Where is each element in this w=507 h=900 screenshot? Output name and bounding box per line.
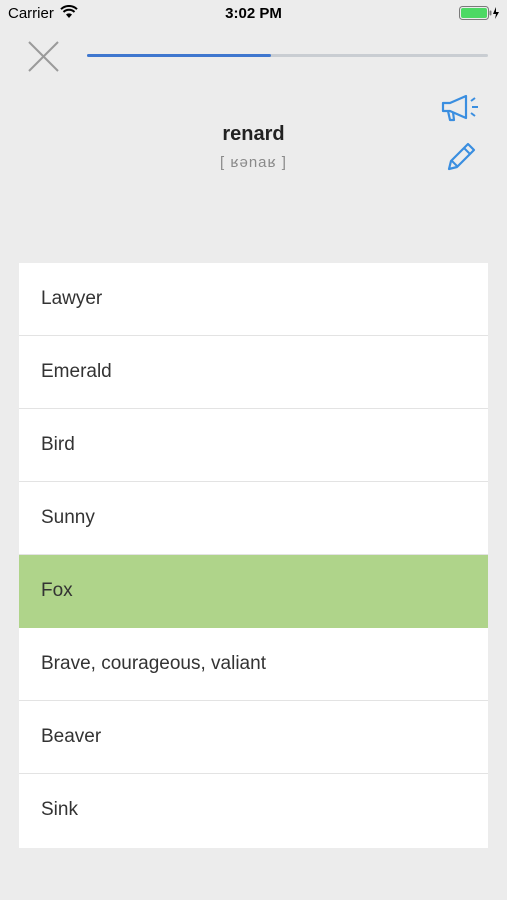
answer-label: Sink — [41, 799, 78, 820]
battery-icon — [459, 6, 499, 20]
answer-list: Lawyer Emerald Bird Sunny Fox Brave, cou… — [19, 263, 488, 848]
progress-fill — [87, 54, 272, 57]
answer-option[interactable]: Brave, courageous, valiant — [19, 628, 488, 701]
answer-option[interactable]: Sunny — [19, 482, 488, 555]
megaphone-icon — [441, 94, 478, 122]
progress-bar — [87, 54, 488, 57]
question-word: renard — [222, 123, 285, 145]
answer-label: Emerald — [41, 361, 112, 382]
answer-label: Fox — [41, 580, 73, 601]
close-icon — [28, 41, 59, 72]
answer-option[interactable]: Lawyer — [19, 263, 488, 336]
close-button[interactable] — [24, 38, 62, 76]
answer-option[interactable]: Beaver — [19, 701, 488, 774]
answer-label: Lawyer — [41, 288, 103, 309]
answer-option-correct[interactable]: Fox — [19, 555, 488, 628]
answer-label: Brave, courageous, valiant — [41, 653, 266, 674]
answer-label: Sunny — [41, 507, 95, 528]
answer-label: Bird — [41, 434, 75, 455]
audio-button[interactable] — [440, 93, 482, 123]
answer-option[interactable]: Emerald — [19, 336, 488, 409]
status-bar: Carrier 3:02 PM — [0, 0, 507, 28]
status-time: 3:02 PM — [225, 5, 282, 22]
answer-label: Beaver — [41, 726, 102, 747]
answer-option[interactable]: Bird — [19, 409, 488, 482]
question-phonetic: [ ʁənaʁ ] — [220, 154, 287, 171]
answer-option[interactable]: Sink — [19, 774, 488, 848]
